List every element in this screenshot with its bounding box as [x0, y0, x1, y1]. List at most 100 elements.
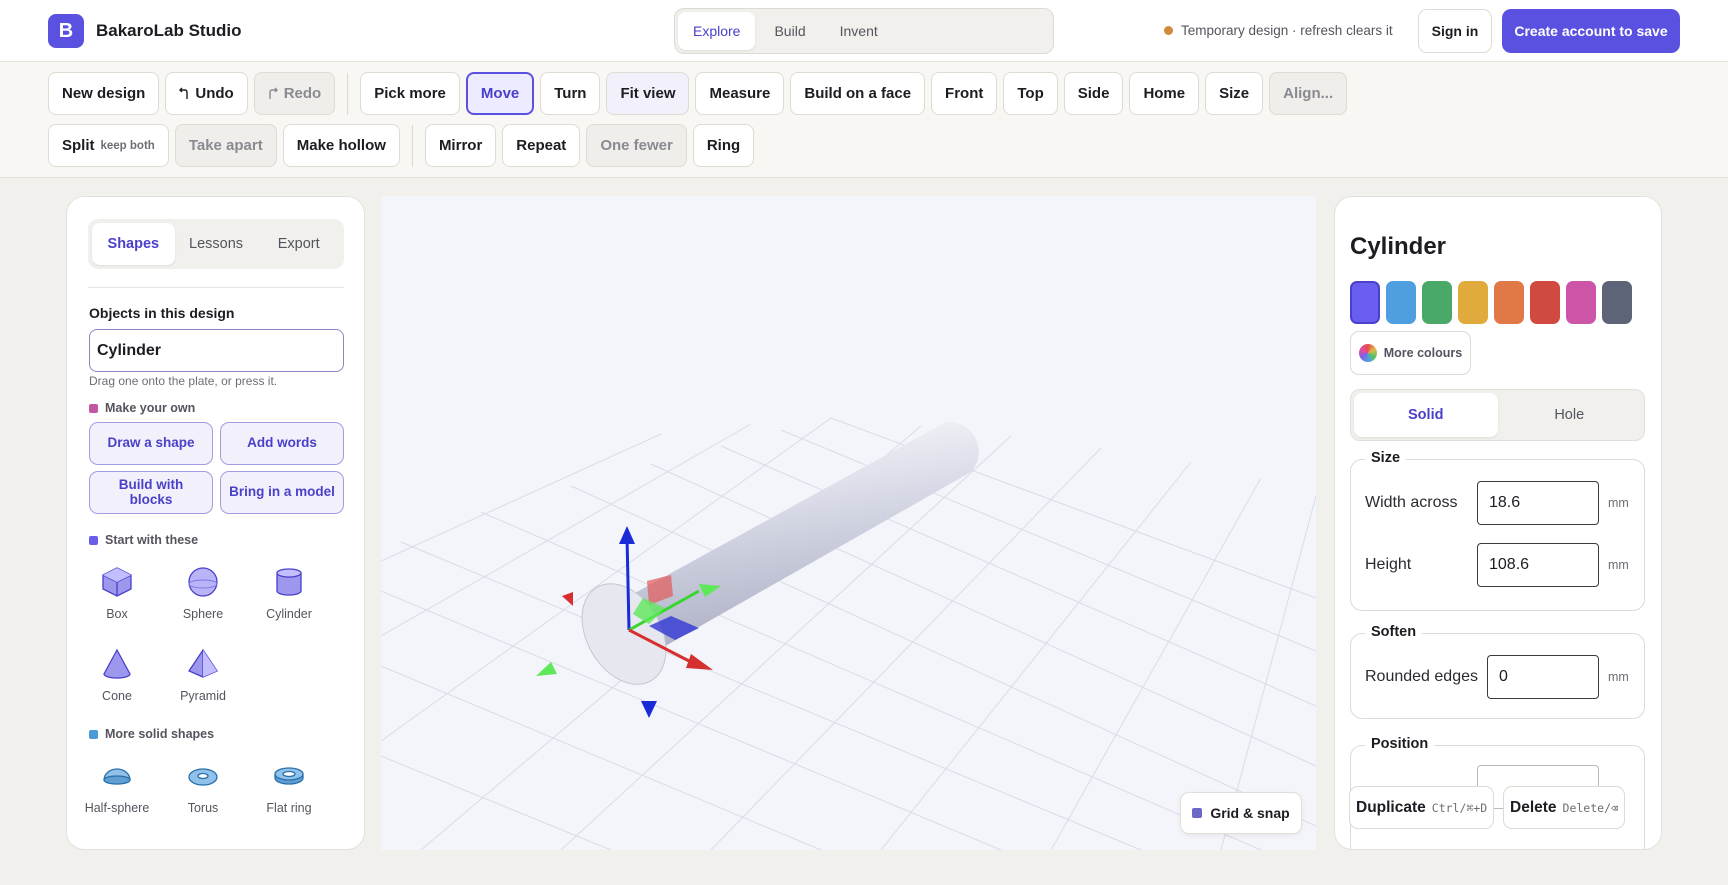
fit-view-label: Fit view — [620, 85, 676, 102]
delete-shortcut: Delete/⌫ — [1562, 800, 1618, 815]
object-select[interactable]: Cylinder — [89, 329, 344, 372]
side-view-label: Side — [1077, 85, 1110, 102]
hole-option[interactable]: Hole — [1498, 393, 1642, 437]
take-apart-button[interactable]: Take apart — [174, 124, 277, 167]
solid-option[interactable]: Solid — [1354, 393, 1498, 437]
build-on-face-button[interactable]: Build on a face — [790, 72, 926, 115]
duplicate-shortcut: Ctrl/⌘+D — [1431, 800, 1488, 815]
mirror-button[interactable]: Mirror — [424, 124, 497, 167]
delete-button[interactable]: Delete Delete/⌫ — [1503, 786, 1625, 829]
tab-export[interactable]: Export — [257, 223, 340, 265]
sign-in-button[interactable]: Sign in — [1418, 9, 1492, 53]
take-apart-label: Take apart — [188, 137, 263, 154]
side-view-button[interactable]: Side — [1063, 72, 1124, 115]
grid-snap-button[interactable]: Grid & snap — [1180, 792, 1302, 834]
redo-icon — [268, 87, 278, 99]
more-colours-button[interactable]: More colours — [1350, 331, 1471, 375]
3d-viewport[interactable]: Grid & snap — [381, 196, 1316, 850]
swatch-orange[interactable] — [1494, 281, 1524, 324]
top-bar: B BakaroLab Studio Explore Build Invent … — [0, 0, 1728, 62]
make-own-title: Make your own — [105, 401, 196, 415]
measure-button[interactable]: Measure — [695, 72, 785, 115]
temporary-design-notice: Temporary design · refresh clears it — [1164, 23, 1393, 38]
split-button[interactable]: Split keep both — [48, 124, 169, 167]
objects-title: Objects in this design — [89, 305, 235, 321]
swatch-yellow[interactable] — [1458, 281, 1488, 324]
soften-title: Soften — [1365, 624, 1423, 640]
align-button[interactable]: Align... — [1269, 72, 1348, 115]
cone-icon — [103, 648, 131, 679]
front-view-button[interactable]: Front — [931, 72, 998, 115]
make-hollow-button[interactable]: Make hollow — [282, 124, 400, 167]
swatch-slate[interactable] — [1602, 281, 1632, 324]
scene-canvas[interactable] — [381, 196, 1316, 850]
swatch-purple[interactable] — [1350, 281, 1380, 324]
repeat-button[interactable]: Repeat — [502, 124, 581, 167]
undo-button[interactable]: Undo — [165, 72, 248, 115]
width-label: Width across — [1365, 494, 1458, 511]
z-axis-handle[interactable] — [625, 535, 631, 631]
shape-box[interactable]: Box — [74, 565, 160, 621]
colour-wheel-icon — [1358, 344, 1377, 362]
shape-sphere[interactable]: Sphere — [160, 565, 246, 621]
pick-more-button[interactable]: Pick more — [360, 72, 460, 115]
shape-cone[interactable]: Cone — [74, 647, 160, 703]
draw-shape-button[interactable]: Draw a shape — [89, 422, 213, 465]
bring-in-model-button[interactable]: Bring in a model — [220, 471, 344, 514]
redo-button[interactable]: Redo — [253, 72, 336, 115]
section-marker-icon — [89, 403, 98, 413]
swatch-pink[interactable] — [1566, 281, 1596, 324]
cylinder-icon — [276, 568, 302, 596]
mode-explore[interactable]: Explore — [678, 12, 756, 50]
delete-label: Delete — [1510, 798, 1557, 816]
width-unit: mm — [1608, 496, 1629, 510]
home-view-button[interactable]: Home — [1129, 72, 1200, 115]
fit-view-button[interactable]: Fit view — [606, 72, 690, 115]
object-hint: Drag one onto the plate, or press it. — [89, 374, 278, 388]
torus-icon — [188, 768, 218, 786]
swatch-blue[interactable] — [1386, 281, 1416, 324]
build-with-blocks-button[interactable]: Build with blocks — [89, 471, 213, 514]
grid-icon — [1192, 808, 1203, 818]
shape-cylinder[interactable]: Cylinder — [246, 565, 332, 621]
add-words-button[interactable]: Add words — [220, 422, 344, 465]
duplicate-button[interactable]: Duplicate Ctrl/⌘+D — [1349, 786, 1495, 829]
build-on-face-label: Build on a face — [804, 85, 912, 102]
shape-pyramid[interactable]: Pyramid — [160, 647, 246, 703]
width-input[interactable]: 18.6 — [1477, 481, 1599, 525]
z-axis-arrow-icon[interactable] — [619, 526, 635, 544]
redo-label: Redo — [283, 85, 322, 102]
move-label: Move — [480, 85, 520, 102]
size-button[interactable]: Size — [1205, 72, 1264, 115]
swatch-green[interactable] — [1422, 281, 1452, 324]
mode-build[interactable]: Build — [759, 12, 820, 50]
tab-shapes[interactable]: Shapes — [92, 223, 175, 265]
rotate-handle-green[interactable] — [536, 662, 557, 676]
x-axis-arrow-icon[interactable] — [686, 654, 713, 670]
position-title: Position — [1365, 736, 1435, 752]
rounded-label: Rounded edges — [1365, 668, 1478, 685]
top-view-button[interactable]: Top — [1003, 72, 1058, 115]
move-button[interactable]: Move — [465, 72, 535, 115]
create-account-button[interactable]: Create account to save — [1502, 9, 1680, 53]
rotate-handle-red[interactable] — [562, 592, 573, 606]
pyramid-icon — [188, 648, 218, 678]
soften-fieldset: Soften Rounded edges 0 mm — [1350, 624, 1645, 719]
mirror-label: Mirror — [438, 137, 483, 154]
new-design-button[interactable]: New design — [48, 72, 160, 115]
height-input[interactable]: 108.6 — [1477, 543, 1599, 587]
tab-lessons[interactable]: Lessons — [175, 223, 258, 265]
mode-invent[interactable]: Invent — [825, 12, 893, 50]
panel-divider — [88, 287, 344, 288]
turn-button[interactable]: Turn — [540, 72, 601, 115]
ring-button[interactable]: Ring — [692, 124, 755, 167]
rotate-handle-blue[interactable] — [641, 701, 657, 718]
section-marker-icon — [89, 729, 98, 739]
shape-flat-ring[interactable]: Flat ring — [246, 759, 332, 815]
rounded-input[interactable]: 0 — [1487, 655, 1599, 699]
one-fewer-button[interactable]: One fewer — [586, 124, 687, 167]
swatch-red[interactable] — [1530, 281, 1560, 324]
shape-half-sphere[interactable]: Half-sphere — [74, 759, 160, 815]
shape-torus[interactable]: Torus — [160, 759, 246, 815]
properties-panel: Cylinder More colours Solid Hole Size Wi… — [1334, 196, 1662, 850]
